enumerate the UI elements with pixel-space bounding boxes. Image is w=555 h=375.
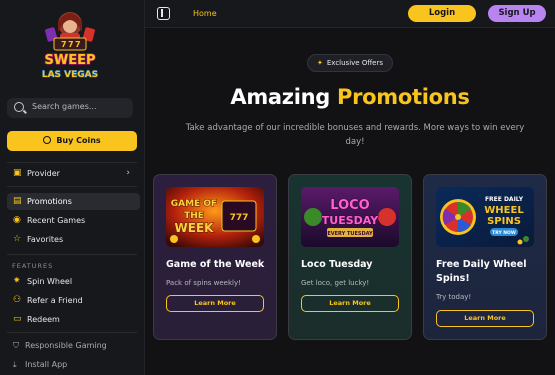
top-bar: Home Login Sign Up	[145, 0, 555, 28]
promo-card-game-of-the-week: 777 GAME OF THE WEEK Game of the Week Pa…	[153, 174, 277, 340]
sidebar-item-label: Refer a Friend	[27, 296, 83, 305]
card-description: Get loco, get lucky!	[301, 279, 370, 287]
sidebar: 7 7 7 SWEEP LAS VEGAS Search games... Bu…	[0, 0, 145, 375]
responsible-gaming-link[interactable]: ⛉ Responsible Gaming	[13, 341, 107, 351]
search-placeholder: Search games...	[32, 102, 97, 111]
sidebar-item-label: Spin Wheel	[27, 277, 73, 286]
svg-text:777: 777	[230, 213, 249, 223]
home-link[interactable]: Home	[193, 9, 217, 18]
sidebar-item-label: Favorites	[27, 235, 64, 244]
features-heading: FEATURES	[12, 262, 54, 270]
card-image-text: EVERY TUESDAY	[327, 231, 373, 237]
card-image-text: SPINS	[487, 216, 521, 227]
shield-icon: ⛉	[13, 341, 19, 350]
learn-more-button[interactable]: Learn More	[301, 295, 399, 312]
chevron-right-icon: ›	[126, 168, 130, 178]
footer-label: Responsible Gaming	[25, 341, 107, 350]
page-subtitle: Take advantage of our incredible bonuses…	[185, 123, 525, 147]
card-description: Pack of spins weekly!	[166, 279, 241, 287]
logo-text-bottom: LAS VEGAS	[42, 70, 98, 80]
download-icon: ⤓	[13, 360, 17, 369]
gift-icon: ▤	[13, 196, 22, 206]
card-image-text: TUESDAY	[322, 214, 379, 227]
sidebar-item-provider[interactable]: ▣ Provider ›	[7, 165, 140, 182]
sidebar-item-label: Recent Games	[27, 216, 86, 225]
gamepad-icon: ◉	[13, 215, 21, 225]
spin-wheel-icon: ✷	[13, 276, 21, 286]
sidebar-item-favorites[interactable]: ☆ Favorites	[7, 231, 140, 248]
search-input[interactable]: Search games...	[7, 98, 133, 118]
free-daily-wheel-spins-image[interactable]: FREE DAILY WHEEL SPINS TRY NOW	[436, 187, 534, 247]
sidebar-item-label: Promotions	[27, 197, 72, 206]
page-title-part1: Amazing	[230, 85, 330, 109]
card-image-text: THE	[184, 211, 204, 221]
divider	[7, 332, 137, 333]
card-description: Try today!	[436, 293, 472, 301]
buy-coins-label: Buy Coins	[56, 136, 101, 145]
buy-coins-button[interactable]: Buy Coins	[7, 131, 137, 151]
card-image-text: TRY NOW	[492, 230, 516, 236]
promo-card-free-daily-wheel-spins: FREE DAILY WHEEL SPINS TRY NOW Free Dail…	[423, 174, 547, 340]
sidebar-item-label: Provider	[27, 169, 60, 178]
card-title: Free Daily Wheel Spins!	[436, 259, 527, 284]
svg-text:7: 7	[75, 40, 81, 49]
install-app-link[interactable]: ⤓ Install App	[13, 360, 67, 370]
sidebar-item-recent-games[interactable]: ◉ Recent Games	[7, 212, 140, 229]
sidebar-item-refer-a-friend[interactable]: ⚇ Refer a Friend	[7, 292, 140, 309]
divider	[7, 254, 137, 255]
sidebar-item-label: Redeem	[27, 315, 60, 324]
coin-icon	[43, 136, 52, 144]
learn-more-button[interactable]: Learn More	[166, 295, 264, 312]
loco-tuesday-image[interactable]: LOCO TUESDAY EVERY TUESDAY	[301, 187, 399, 247]
sparkle-icon: ✦	[317, 59, 323, 67]
sidebar-toggle-icon[interactable]	[157, 7, 170, 20]
badge-label: Exclusive Offers	[326, 59, 383, 67]
footer-label: Install App	[25, 360, 68, 369]
search-icon	[14, 102, 24, 112]
card-image-text: WHEEL	[484, 205, 524, 216]
exclusive-offers-badge: ✦ Exclusive Offers	[307, 54, 393, 72]
sidebar-item-redeem[interactable]: ▭ Redeem	[7, 311, 140, 328]
card-image-text: LOCO	[330, 198, 369, 213]
wallet-icon: ▭	[13, 314, 22, 324]
users-icon: ⚇	[13, 295, 22, 305]
star-icon: ☆	[13, 234, 22, 244]
card-image-text: FREE DAILY	[485, 196, 524, 203]
page-title: Amazing Promotions	[145, 85, 555, 109]
svg-text:7: 7	[61, 40, 67, 49]
signup-button[interactable]: Sign Up	[488, 5, 546, 22]
learn-more-button[interactable]: Learn More	[436, 310, 534, 327]
game-of-the-week-image[interactable]: 777 GAME OF THE WEEK	[166, 187, 264, 247]
sidebar-item-promotions[interactable]: ▤ Promotions	[7, 193, 140, 210]
card-image-text: WEEK	[175, 221, 215, 235]
page-title-part2: Promotions	[337, 85, 470, 109]
card-image-text: GAME OF	[171, 199, 217, 209]
card-title: Game of the Week	[166, 259, 265, 270]
promo-card-loco-tuesday: LOCO TUESDAY EVERY TUESDAY Loco Tuesday …	[288, 174, 412, 340]
divider	[7, 186, 137, 187]
svg-text:7: 7	[68, 40, 74, 49]
card-title: Loco Tuesday	[301, 259, 373, 270]
login-button[interactable]: Login	[408, 5, 476, 22]
logo-text-top: SWEEP	[45, 53, 96, 68]
divider	[7, 162, 137, 163]
provider-icon: ▣	[13, 168, 22, 178]
sweep-las-vegas-logo[interactable]: 7 7 7 SWEEP LAS VEGAS	[30, 2, 110, 82]
sidebar-item-spin-wheel[interactable]: ✷ Spin Wheel	[7, 273, 140, 290]
